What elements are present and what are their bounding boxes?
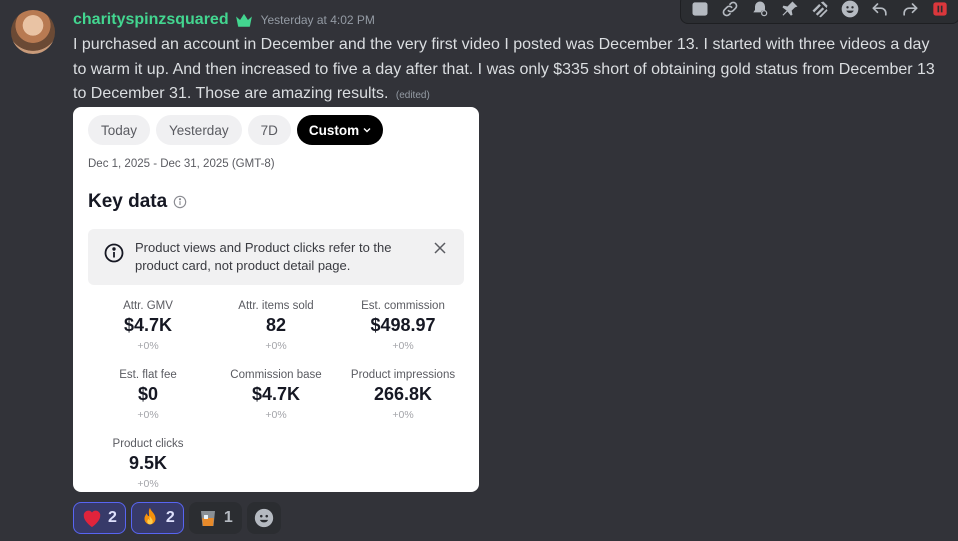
date-range: Dec 1, 2025 - Dec 31, 2025 (GMT-8)	[88, 158, 275, 170]
metric-value: $498.97	[370, 315, 436, 335]
metric-label: Product clicks	[112, 438, 184, 450]
apps-icon	[812, 1, 828, 18]
delete-icon	[933, 2, 947, 16]
notice-text: Product views and Product clicks refer t…	[135, 240, 392, 273]
metric-attr-gmv: Attr. GMV $4.7K +0%	[88, 300, 208, 352]
add-reaction-button[interactable]	[246, 502, 281, 534]
chip-label: Custom	[308, 122, 360, 138]
metric-change: +0%	[392, 340, 414, 352]
metric-change: +0%	[137, 409, 159, 421]
reaction-tumbler[interactable]: 1	[188, 502, 242, 534]
reaction-count: 1	[223, 509, 233, 526]
metric-label: Est. flat fee	[119, 369, 177, 381]
chip-yesterday[interactable]: Yesterday	[156, 115, 242, 145]
chip-custom[interactable]: Custom	[296, 115, 384, 145]
heart-emoji-icon	[81, 507, 103, 529]
metric-change: +0%	[265, 409, 287, 421]
info-circle-icon	[104, 243, 124, 263]
apps-button[interactable]	[805, 0, 835, 23]
timestamp: Yesterday at 4:02 PM	[260, 13, 375, 27]
close-icon[interactable]	[434, 242, 446, 254]
metric-est-flat-fee: Est. flat fee $0 +0%	[88, 369, 208, 421]
chip-7d[interactable]: 7D	[247, 115, 291, 145]
metric-label: Attr. items sold	[238, 300, 314, 312]
chevron-down-icon	[363, 128, 371, 133]
section-title-wrap: Key data	[88, 191, 187, 213]
copy-link-icon	[722, 1, 738, 17]
image-attachment[interactable]: Today Yesterday 7D Custom Dec 1, 2025 - …	[73, 107, 479, 492]
message: ID charityspinzsquared Yesterday at 4:02…	[0, 0, 958, 541]
metric-attr-items-sold: Attr. items sold 82 +0%	[216, 300, 336, 352]
metric-est-commission: Est. commission $498.97 +0%	[343, 300, 463, 352]
message-header: charityspinzsquared Yesterday at 4:02 PM	[73, 11, 375, 29]
reactions-bar: 2 2 1	[73, 502, 281, 534]
chip-label: 7D	[260, 122, 278, 138]
metric-value: 82	[265, 315, 287, 335]
message-content: I purchased an account in December and t…	[73, 33, 943, 109]
forward-icon	[903, 3, 918, 16]
message-text: I purchased an account in December and t…	[73, 36, 935, 102]
copy-link-button[interactable]	[715, 0, 745, 23]
metric-value: $4.7K	[251, 384, 301, 404]
reaction-count: 2	[165, 509, 175, 526]
section-title: Key data	[88, 191, 168, 212]
metric-label: Commission base	[230, 369, 322, 381]
smiley-icon	[254, 508, 273, 528]
metric-product-impressions: Product impressions 266.8K +0%	[343, 369, 463, 421]
metric-value: $4.7K	[123, 315, 173, 335]
metric-label: Product impressions	[350, 369, 456, 381]
pin-icon	[782, 1, 798, 16]
copy-id-icon: ID	[692, 2, 708, 16]
metric-label: Est. commission	[361, 300, 445, 312]
metric-change: +0%	[265, 340, 287, 352]
info-icon[interactable]	[173, 195, 187, 209]
metric-commission-base: Commission base $4.7K +0%	[216, 369, 336, 421]
metric-change: +0%	[392, 409, 414, 421]
chip-label: Yesterday	[169, 122, 229, 138]
metric-change: +0%	[137, 478, 159, 490]
edited-label: (edited)	[395, 90, 430, 101]
crown-icon	[235, 13, 252, 27]
add-reaction-icon	[841, 0, 859, 18]
reaction-fire[interactable]: 2	[130, 502, 184, 534]
metric-label: Attr. GMV	[123, 300, 173, 312]
mark-unread-button[interactable]	[745, 0, 775, 23]
reply-icon	[872, 3, 887, 16]
reaction-count: 2	[108, 509, 117, 526]
chip-label: Today	[101, 122, 138, 138]
mark-unread-icon	[753, 1, 768, 17]
metric-value: $0	[137, 384, 159, 404]
reply-button[interactable]	[865, 0, 895, 23]
fire-emoji-icon	[139, 507, 161, 529]
message-actions-toolbar: ID	[680, 0, 958, 24]
chip-today[interactable]: Today	[88, 115, 151, 145]
metric-value: 9.5K	[128, 453, 168, 473]
pin-button[interactable]	[775, 0, 805, 23]
metric-product-clicks: Product clicks 9.5K +0%	[88, 438, 208, 490]
metric-value: 266.8K	[373, 384, 433, 404]
metric-change: +0%	[137, 340, 159, 352]
forward-button[interactable]	[895, 0, 925, 23]
add-reaction-button[interactable]	[835, 0, 865, 23]
reaction-heart[interactable]: 2	[73, 502, 126, 534]
copy-id-button[interactable]: ID	[685, 0, 715, 23]
date-filter-chips: Today Yesterday 7D Custom	[88, 115, 384, 145]
svg-text:ID: ID	[696, 5, 704, 14]
delete-button[interactable]	[925, 0, 955, 23]
tumbler-glass-emoji-icon	[197, 507, 219, 529]
username[interactable]: charityspinzsquared	[73, 11, 229, 29]
avatar[interactable]	[11, 10, 55, 54]
info-notice: Product views and Product clicks refer t…	[88, 229, 464, 285]
